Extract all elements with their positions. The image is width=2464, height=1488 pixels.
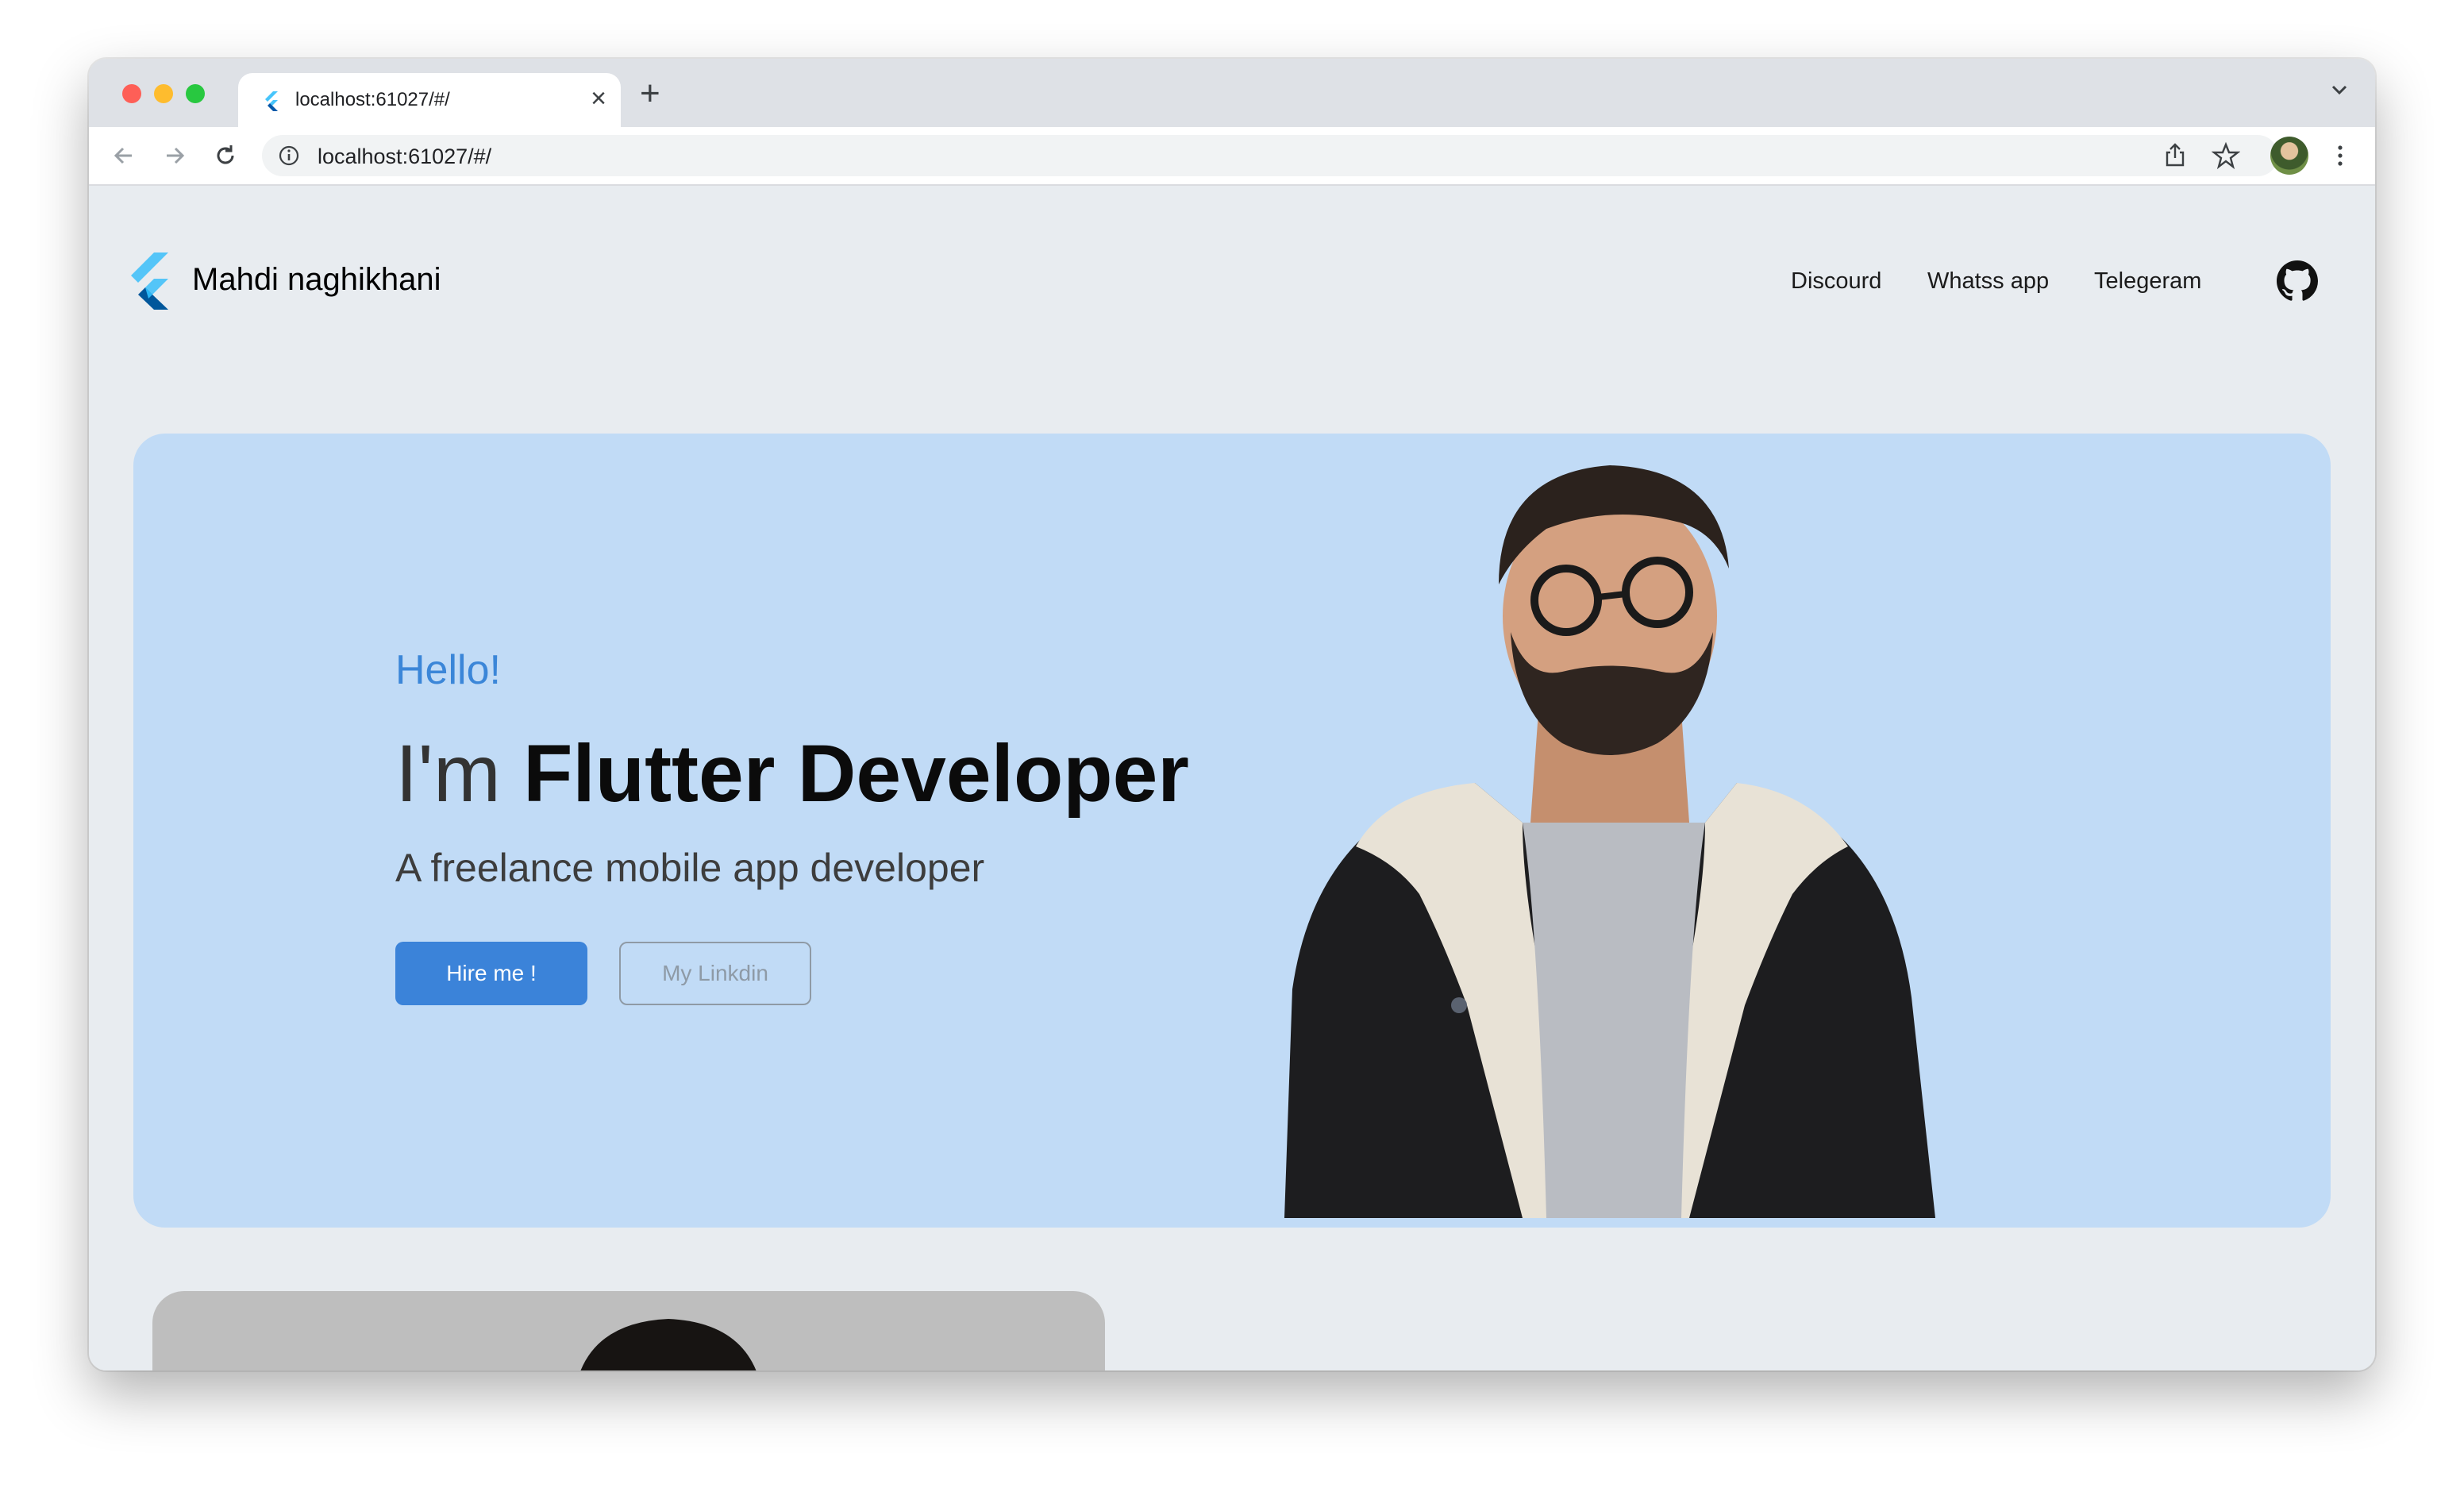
minimize-window-button[interactable] (154, 84, 173, 103)
hero-section: Hello! I'm Flutter Developer A freelance… (133, 434, 2331, 1228)
nav-link-discord[interactable]: Discourd (1791, 268, 1881, 295)
close-window-button[interactable] (122, 84, 141, 103)
hire-me-button[interactable]: Hire me ! (395, 942, 587, 1005)
chevron-down-icon[interactable] (2327, 78, 2351, 102)
new-tab-button[interactable]: + (640, 75, 660, 113)
browser-toolbar: localhost:61027/#/ (89, 127, 2375, 186)
address-bar[interactable]: localhost:61027/#/ (262, 135, 2278, 176)
headline-role: Flutter Developer (523, 728, 1189, 819)
zoom-window-button[interactable] (186, 84, 205, 103)
info-icon[interactable] (278, 145, 300, 167)
hero-subtitle: A freelance mobile app developer (395, 846, 985, 890)
hero-headline: I'm Flutter Developer (395, 727, 1189, 820)
more-menu-icon[interactable] (2326, 141, 2354, 170)
tab-strip: localhost:61027/#/ × + (89, 59, 2375, 127)
browser-window: localhost:61027/#/ × + localhost:61027/#… (89, 59, 2375, 1370)
back-arrow-icon[interactable] (110, 141, 138, 170)
headline-prefix: I'm (395, 728, 524, 819)
share-icon[interactable] (2161, 141, 2189, 170)
forward-arrow-icon[interactable] (160, 141, 189, 170)
flutter-logo-icon[interactable] (127, 252, 176, 310)
url-text[interactable]: localhost:61027/#/ (318, 145, 491, 169)
portrait-photo (1284, 465, 1935, 1218)
nav-link-telegram[interactable]: Telegeram (2094, 268, 2201, 295)
browser-tab[interactable]: localhost:61027/#/ × (238, 73, 621, 127)
bookmark-star-icon[interactable] (2212, 141, 2240, 170)
brand-name[interactable]: Mahdi naghikhani (192, 262, 441, 298)
hero-greeting: Hello! (395, 647, 501, 693)
web-page: Mahdi naghikhani Discourd Whatss app Tel… (89, 186, 2375, 1370)
reload-icon[interactable] (211, 141, 240, 170)
linkedin-button[interactable]: My Linkdin (619, 942, 811, 1005)
about-photo (580, 1319, 757, 1370)
close-tab-icon[interactable]: × (591, 84, 606, 113)
about-card (152, 1291, 1105, 1370)
flutter-favicon-icon (265, 91, 278, 111)
profile-avatar[interactable] (2270, 137, 2308, 175)
tab-title: localhost:61027/#/ (295, 89, 450, 110)
github-icon[interactable] (2277, 260, 2318, 302)
nav-link-whatsapp[interactable]: Whatss app (1927, 268, 2049, 295)
